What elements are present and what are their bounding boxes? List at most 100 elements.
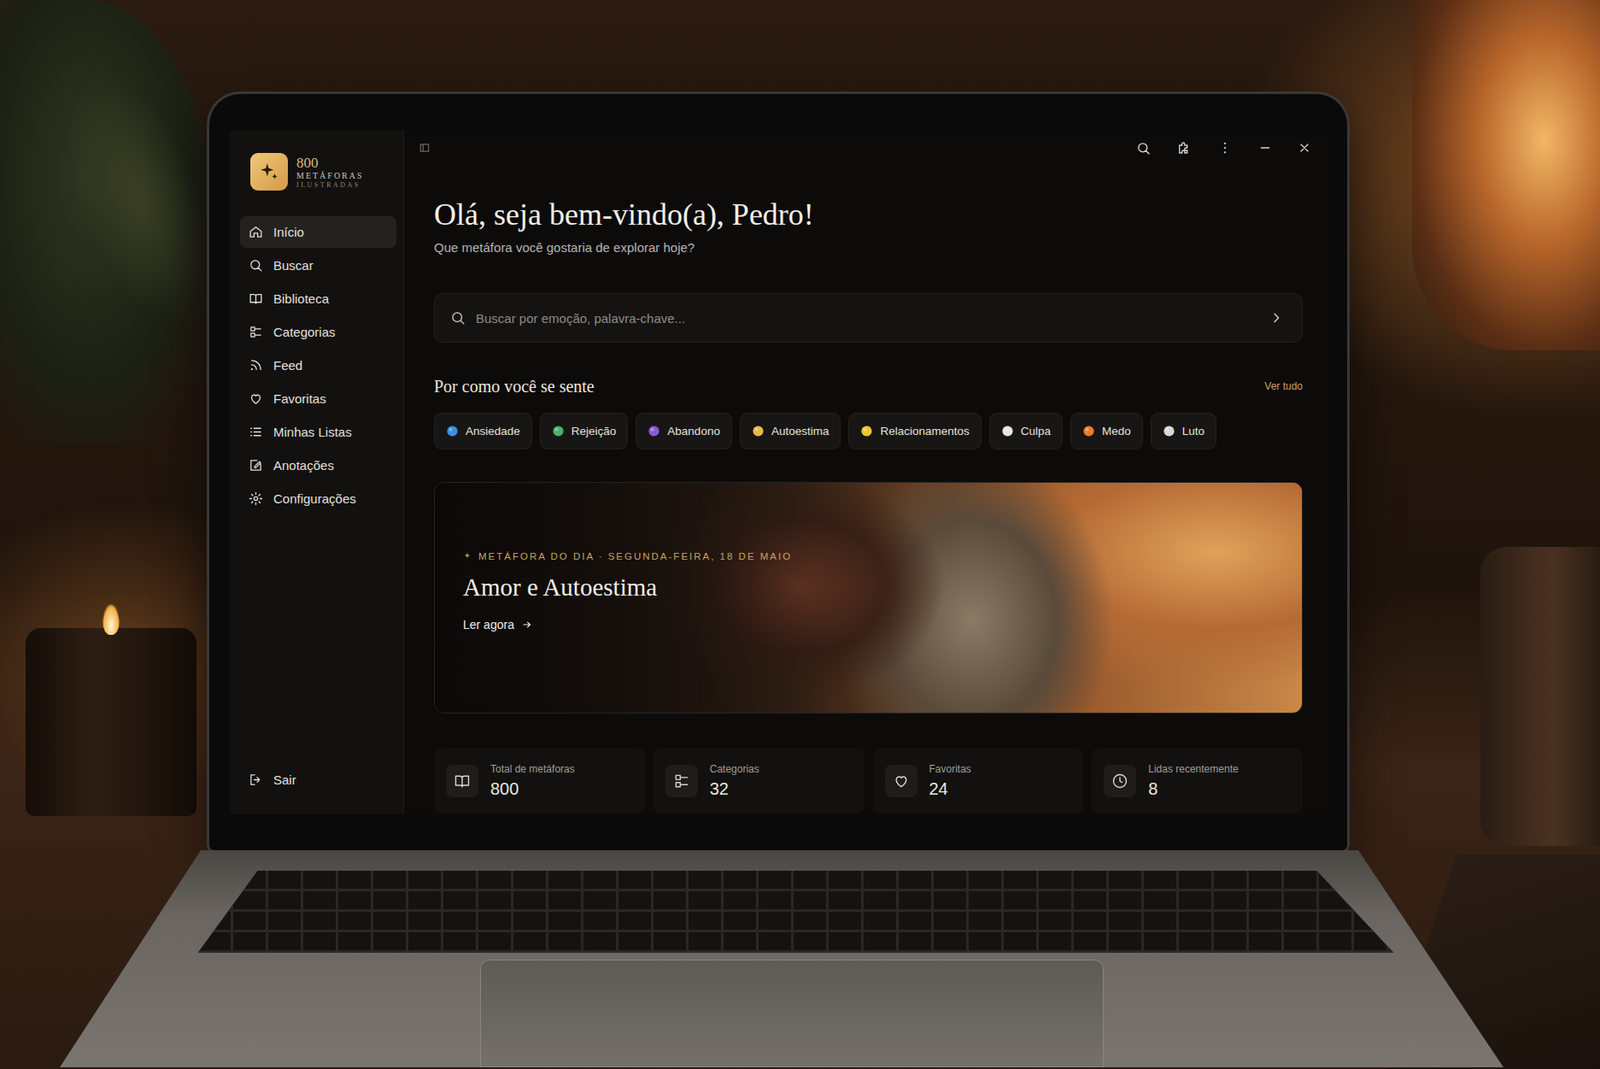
logout-button[interactable]: Sair (240, 763, 397, 796)
gear-icon (248, 491, 264, 506)
heart-icon (892, 772, 910, 790)
logo-line: METÁFORAS (296, 170, 364, 182)
search-placeholder: Buscar por emoção, palavra-chave... (475, 310, 1260, 326)
feeling-chip[interactable]: Rejeição (539, 412, 629, 450)
sidebar-item-label: Categorias (273, 324, 336, 340)
metaphor-of-the-day-card[interactable]: METÁFORA DO DIA · SEGUNDA-FEIRA, 18 DE M… (433, 481, 1303, 714)
sidebar-item-label: Início (273, 224, 305, 240)
stats-row: Total de metáforas 800 Categorias 32 Fav… (433, 748, 1303, 814)
more-icon[interactable] (1217, 140, 1233, 156)
window-controls (1136, 140, 1312, 156)
logo-number: 800 (296, 154, 364, 172)
search-field[interactable]: Buscar por emoção, palavra-chave... (433, 293, 1303, 343)
keyboard (198, 870, 1395, 953)
feeling-chip[interactable]: Medo (1070, 412, 1143, 450)
feeling-chip-label: Ansiedade (465, 424, 521, 438)
laptop-base (0, 849, 1600, 1067)
stat-icon-box (1103, 764, 1137, 798)
stat-icon-box (884, 764, 918, 798)
stat-card: Total de metáforas 800 (433, 748, 645, 814)
feeling-chip[interactable]: Luto (1150, 412, 1217, 450)
feeling-chip[interactable]: Abandono (635, 412, 733, 450)
stat-label: Total de metáforas (490, 762, 575, 775)
feeling-chip[interactable]: Relacionamentos (848, 412, 981, 450)
search-icon[interactable] (1136, 140, 1151, 156)
stat-label: Favoritas (929, 762, 972, 775)
sidebar-item[interactable]: Início (240, 216, 397, 248)
laptop-lid: 800 METÁFORAS ILUSTRADAS Início Buscar B… (209, 93, 1348, 850)
minimize-icon[interactable] (1258, 140, 1272, 155)
sidebar-item-label: Anotações (273, 457, 335, 473)
heart-icon (248, 391, 264, 406)
feeling-chip[interactable]: Ansiedade (433, 412, 533, 450)
app-window: 800 METÁFORAS ILUSTRADAS Início Buscar B… (229, 130, 1327, 815)
feeling-icon (1082, 424, 1096, 438)
stat-icon-box (665, 764, 698, 798)
candle-flame (102, 603, 120, 635)
stat-value: 24 (929, 779, 972, 799)
stat-text: Total de metáforas 800 (490, 762, 575, 799)
feeling-chip-label: Autoestima (771, 424, 830, 438)
stat-value: 800 (490, 779, 575, 799)
sidebar-nav: Início Buscar Biblioteca Categorias Feed… (240, 216, 397, 515)
sidebar-item[interactable]: Configurações (240, 482, 397, 515)
sidebar-item[interactable]: Biblioteca (240, 282, 397, 315)
candle (25, 627, 197, 816)
sparkle-icon (463, 550, 474, 562)
trackpad (480, 959, 1104, 1067)
stat-text: Categorias 32 (709, 762, 760, 799)
arrow-right-icon (521, 618, 534, 631)
close-icon[interactable] (1297, 140, 1312, 155)
book-icon (453, 772, 471, 790)
read-now-link[interactable]: Ler agora (463, 617, 1277, 632)
sidebar-item[interactable]: Minhas Listas (240, 416, 397, 448)
book-icon (248, 291, 264, 306)
sidebar-item[interactable]: Favoritas (240, 382, 397, 415)
stat-text: Lidas recentemente 8 (1148, 762, 1238, 799)
mug (1480, 546, 1600, 846)
logo[interactable]: 800 METÁFORAS ILUSTRADAS (240, 152, 397, 191)
sidebar-item-label: Biblioteca (273, 291, 329, 306)
sidebar-item[interactable]: Feed (240, 349, 397, 381)
stat-card: Lidas recentemente 8 (1091, 748, 1303, 814)
categories-icon (248, 324, 264, 340)
sidebar-item-label: Minhas Listas (273, 424, 352, 440)
main-area: Olá, seja bem-vindo(a), Pedro! Que metáf… (404, 130, 1327, 815)
stat-card: Favoritas 24 (873, 748, 1085, 814)
feeling-chip-label: Medo (1101, 424, 1132, 438)
stat-value: 8 (1148, 779, 1238, 799)
home-icon (248, 224, 264, 240)
feature-text: METÁFORA DO DIA · SEGUNDA-FEIRA, 18 DE M… (434, 482, 1302, 632)
feeling-icon (445, 424, 459, 438)
sidebar-item-label: Buscar (273, 257, 314, 273)
sidebar-item[interactable]: Categorias (240, 316, 397, 348)
logo-line: ILUSTRADAS (296, 181, 364, 189)
feeling-chip[interactable]: Culpa (989, 412, 1063, 450)
lamp (1412, 0, 1600, 351)
sidebar-item-label: Favoritas (273, 391, 327, 406)
extension-icon[interactable] (1176, 140, 1192, 156)
feeling-chips: Ansiedade Rejeição Abandono Autoestima R… (433, 412, 1303, 450)
feature-eyebrow: METÁFORA DO DIA · SEGUNDA-FEIRA, 18 DE M… (463, 550, 1277, 562)
search-icon (248, 257, 264, 273)
read-now-label: Ler agora (463, 617, 515, 632)
sidebar-item[interactable]: Buscar (240, 249, 397, 282)
logout-icon (248, 772, 264, 787)
feeling-chip[interactable]: Autoestima (739, 412, 842, 450)
feeling-chip-label: Abandono (667, 424, 721, 438)
sidebar-toggle-icon[interactable] (418, 141, 431, 154)
stat-card: Categorias 32 (653, 748, 865, 814)
feeling-chip-label: Rejeição (571, 424, 617, 438)
greeting-title: Olá, seja bem-vindo(a), Pedro! (433, 195, 1303, 234)
chevron-right-icon[interactable] (1269, 310, 1284, 325)
feature-eyebrow-text: METÁFORA DO DIA · SEGUNDA-FEIRA, 18 DE M… (478, 550, 792, 562)
feeling-icon (751, 424, 765, 438)
feature-title: Amor e Autoestima (463, 571, 1277, 603)
stat-icon-box (445, 764, 479, 798)
feeling-chip-label: Luto (1182, 424, 1205, 438)
feeling-icon (1001, 424, 1014, 438)
stat-label: Categorias (709, 762, 760, 775)
stat-value: 32 (709, 779, 760, 799)
sidebar-item[interactable]: Anotações (240, 449, 397, 481)
see-all-link[interactable]: Ver tudo (1264, 380, 1303, 393)
